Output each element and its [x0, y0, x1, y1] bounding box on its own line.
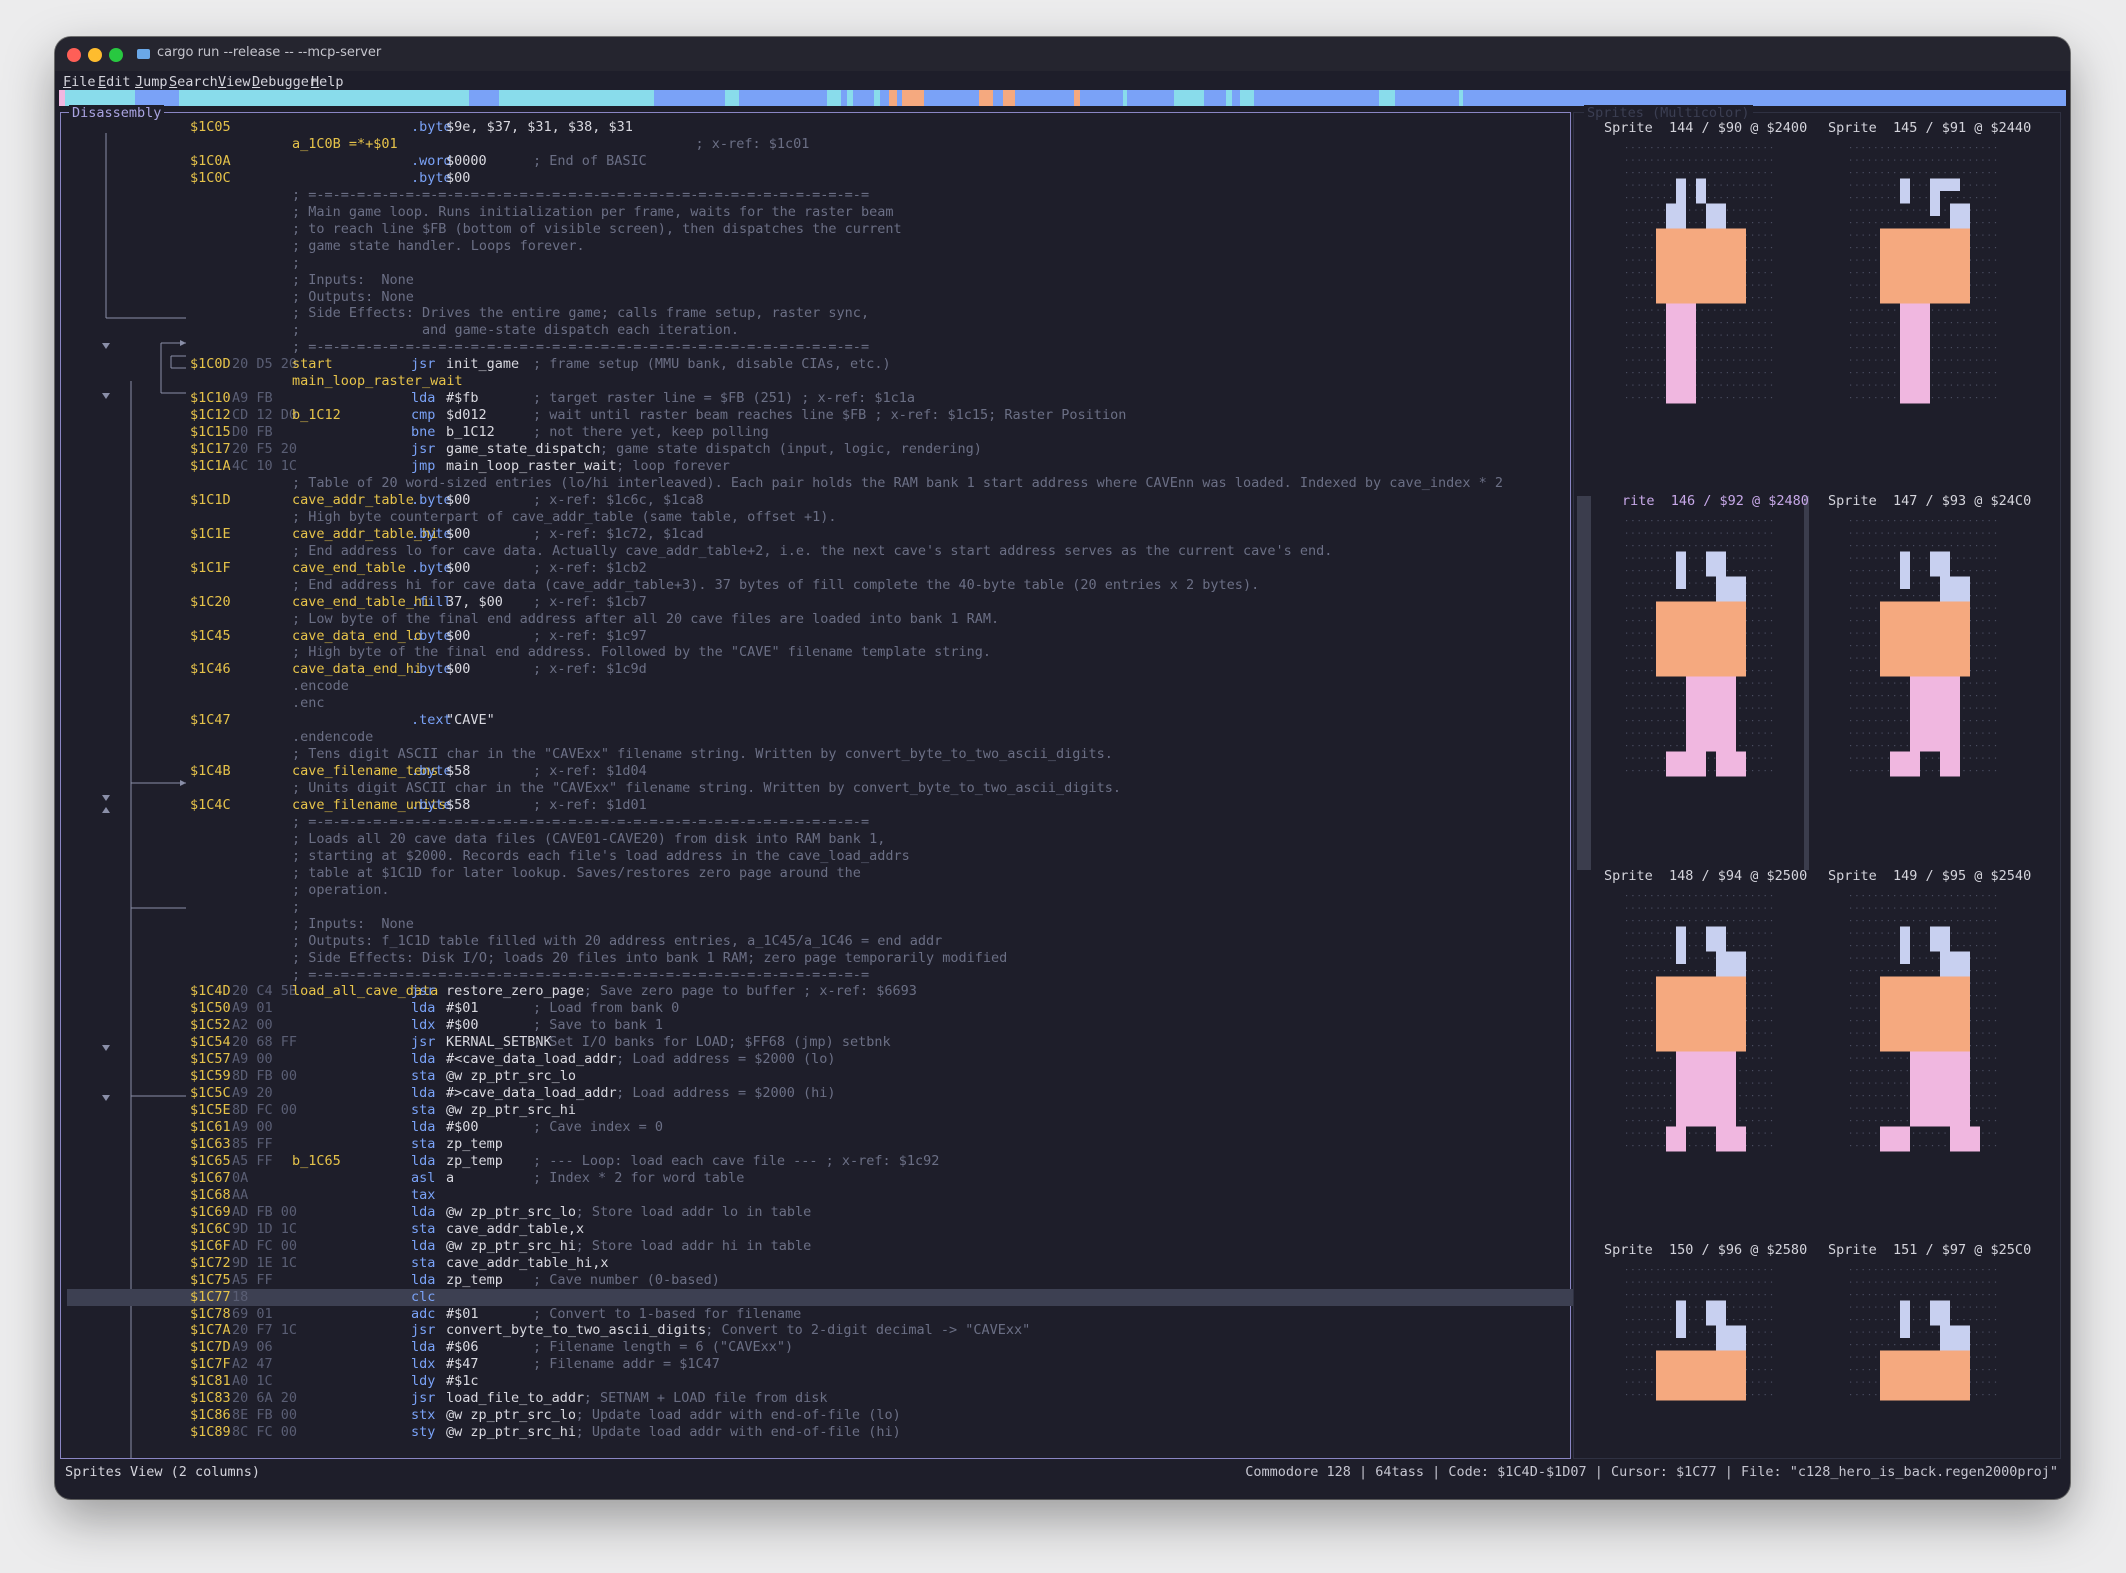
sprite-pixel-block: [1930, 1300, 1950, 1326]
sprite-pixel-block: [1940, 751, 1960, 777]
sprite-grid: [1626, 147, 1997, 1401]
sprite-pixel-block: [1880, 1350, 1970, 1401]
sprite-pixel-block: [1716, 1325, 1746, 1351]
sprite-pixel-block: [1900, 303, 1930, 404]
sprite-pixel-block: [1656, 601, 1746, 677]
sprite-pixel-block: [1716, 951, 1746, 977]
sprite-tile[interactable]: [1626, 1269, 1773, 1401]
sprite-label[interactable]: Sprite 149 / $95 @ $2540: [1828, 868, 2031, 884]
sprite-pixel-block: [1716, 576, 1746, 602]
sprite-pixel-block: [1676, 1051, 1736, 1127]
sprite-pixel-block: [1930, 191, 1940, 216]
sprite-pixel-block: [1900, 1300, 1910, 1338]
app-window: cargo run --release -- --mcp-server File…: [55, 37, 2070, 1499]
sprite-pixel-block: [1910, 676, 1960, 752]
sprite-pixel-block: [1900, 926, 1910, 964]
sprite-label[interactable]: Sprite 151 / $97 @ $25C0: [1828, 1242, 2031, 1258]
sprite-pixel-block: [1900, 551, 1910, 589]
sprite-pixel-block: [1676, 926, 1686, 964]
sprite-pixel-block: [1890, 751, 1920, 777]
sprite-pixel-block: [1716, 1126, 1746, 1152]
sprite-pixel-block: [1696, 178, 1706, 204]
sprite-pixel-block: [1656, 976, 1746, 1052]
sprite-pixel-block: [1656, 228, 1746, 304]
sprite-pixel-block: [1686, 676, 1736, 752]
sprite-tile[interactable]: [1850, 1269, 1997, 1401]
sprite-pixel-block: [1706, 203, 1726, 229]
sprite-pixel-block: [1950, 1126, 1980, 1152]
sprite-pixel-block: [1930, 551, 1950, 577]
sprite-label[interactable]: rite 146 / $92 @ $2480: [1622, 493, 1809, 509]
status-info: Commodore 128 | 64tass | Code: $1C4D-$1D…: [1245, 1464, 2058, 1480]
sprite-pixel-block: [1666, 751, 1706, 777]
sprite-tile[interactable]: [1850, 147, 1997, 404]
sprite-pixel-block: [1706, 1300, 1726, 1326]
sprite-pixel-block: [1676, 551, 1686, 589]
sprite-pixel-block: [1880, 976, 1970, 1052]
sprite-pixel-block: [1930, 178, 1960, 191]
sprite-pixel-block: [1940, 1325, 1970, 1351]
sprite-pixel-block: [1666, 203, 1686, 229]
sprite-pixel-block: [1880, 1126, 1910, 1152]
sprite-pixel-block: [1666, 1126, 1686, 1152]
sprite-pixel-block: [1880, 601, 1970, 677]
sprite-pixel-block: [1940, 576, 1970, 602]
sprite-tile[interactable]: [1626, 147, 1773, 404]
sprite-pixel-block: [1676, 1300, 1686, 1338]
sprite-tile[interactable]: [1850, 895, 1997, 1152]
sprite-pixel-block: [1706, 926, 1726, 952]
sprite-pixel-block: [1950, 203, 1970, 229]
sprite-label[interactable]: Sprite 147 / $93 @ $24C0: [1828, 493, 2031, 509]
sprite-pixel-block: [1880, 228, 1970, 304]
sprite-tile[interactable]: [1626, 895, 1773, 1152]
sprite-label[interactable]: Sprite 150 / $96 @ $2580: [1604, 1242, 1807, 1258]
sprite-label[interactable]: Sprite 148 / $94 @ $2500: [1604, 868, 1807, 884]
sprite-pixel-block: [1706, 551, 1726, 577]
status-view-mode: Sprites View (2 columns): [65, 1464, 261, 1480]
sprite-label[interactable]: Sprite 144 / $90 @ $2400: [1604, 120, 1807, 136]
sprite-tile[interactable]: [1850, 520, 1997, 777]
sprite-pixel-block: [1656, 1350, 1746, 1401]
sprite-pixel-block: [1666, 303, 1696, 404]
sprite-pixel-block: [1940, 951, 1970, 977]
sprite-pixel-block: [1676, 178, 1686, 204]
sprite-tile[interactable]: [1626, 520, 1773, 777]
sprite-pixel-block: [1910, 1051, 1970, 1127]
sprite-pixel-block: [1930, 926, 1950, 952]
sprite-pixel-block: [1716, 751, 1746, 777]
status-bar: Sprites View (2 columns) Commodore 128 |…: [55, 1461, 2070, 1483]
sprite-label[interactable]: Sprite 145 / $91 @ $2440: [1828, 120, 2031, 136]
sprite-pixel-block: [1900, 178, 1910, 204]
